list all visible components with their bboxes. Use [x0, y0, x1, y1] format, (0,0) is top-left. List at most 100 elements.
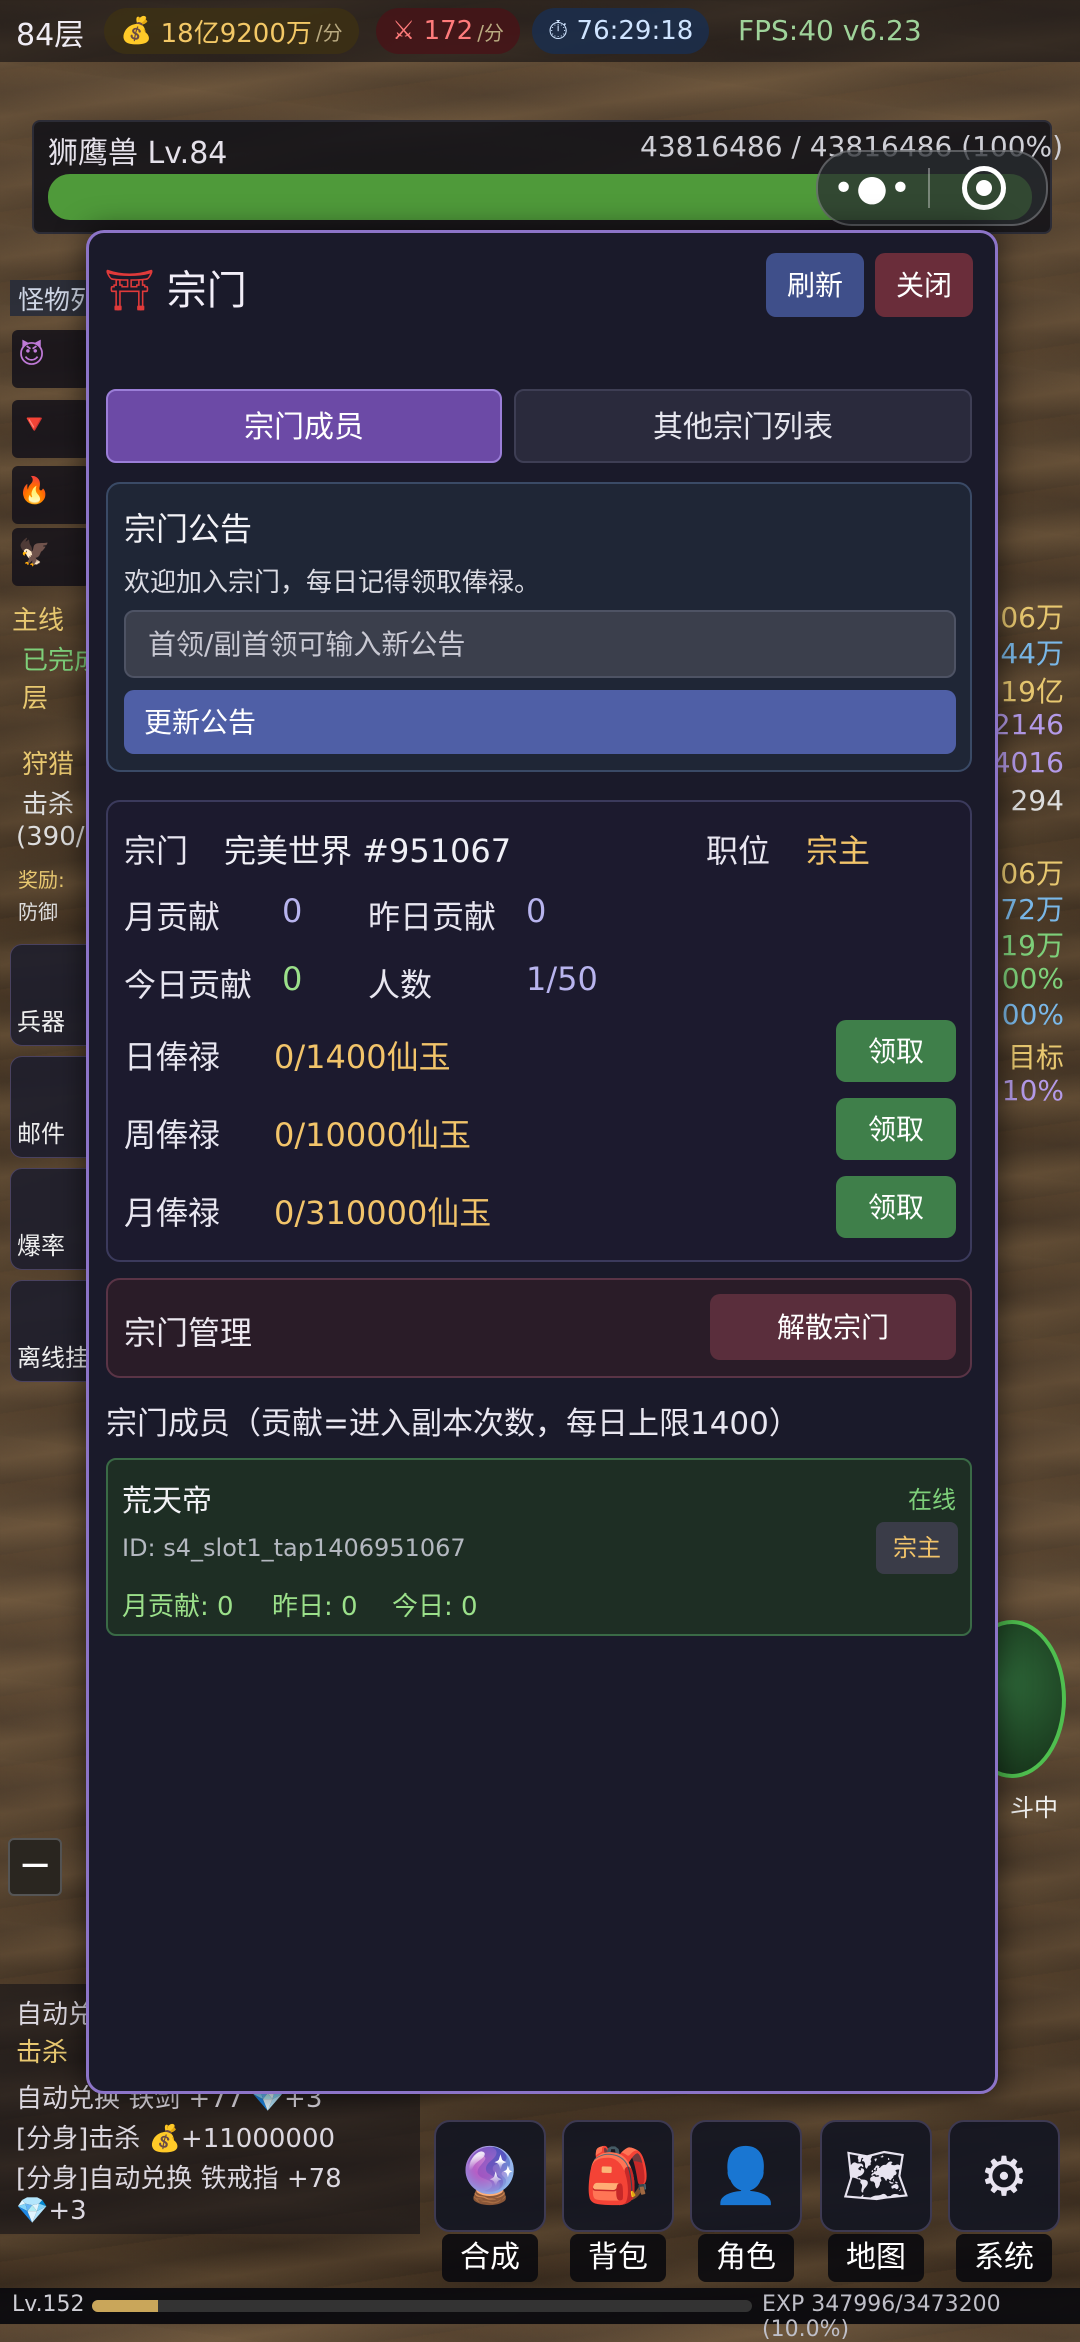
log-line: [分身]自动兑换 铁戒指 +78	[16, 2164, 342, 2194]
daily-salary-label: 日俸禄	[124, 1038, 221, 1076]
quest-label: 主线	[12, 606, 65, 636]
backpack-icon: 🎒	[584, 2144, 652, 2207]
map-button[interactable]: 🗺	[820, 2120, 932, 2232]
sect-label: 宗门	[124, 832, 189, 870]
weekly-salary-value: 0/10000仙玉	[274, 1116, 471, 1154]
exp-track	[92, 2300, 752, 2312]
backpack-button[interactable]: 🎒	[562, 2120, 674, 2232]
online-status: 在线	[908, 1486, 956, 1514]
weapon-label: 兵器	[17, 1008, 65, 1036]
gold-rate-badge: 💰 18亿9200万 /分	[104, 8, 359, 54]
monster-slot[interactable]: 🔥	[12, 466, 90, 524]
log-line: 击杀	[16, 2038, 69, 2068]
modal-title: ⛩ 宗门	[104, 258, 247, 316]
claim-weekly-button[interactable]: 领取	[836, 1098, 956, 1160]
hunt-kill: 击杀	[22, 790, 75, 820]
monthly-salary-value: 0/310000仙玉	[274, 1194, 492, 1232]
miniprogram-capsule: •●•	[816, 150, 1048, 226]
stat-value: 06万	[1000, 601, 1064, 634]
claim-monthly-button[interactable]: 领取	[836, 1176, 956, 1238]
monster-slot[interactable]: 😈	[12, 330, 90, 388]
disband-sect-button[interactable]: 解散宗门	[710, 1294, 956, 1360]
fighting-status: 斗中	[1010, 1794, 1058, 1822]
capsule-divider	[928, 168, 930, 208]
monster-slot[interactable]: 🔻	[12, 400, 90, 458]
stat-value: 294	[1010, 784, 1064, 817]
notice-heading: 宗门公告	[124, 510, 253, 548]
log-line: [分身]击杀 💰+11000000	[16, 2124, 336, 2154]
timer-value: 76:29:18	[576, 16, 694, 46]
system-button[interactable]: ⚙	[948, 2120, 1060, 2232]
stat-value: 06万	[1000, 857, 1064, 890]
kill-rate-value: 172	[423, 16, 474, 46]
yesterday-contribution-label: 昨日贡献	[368, 898, 497, 936]
fps-version: FPS:40 v6.23	[738, 14, 922, 47]
member-id: ID: s4_slot1_tap1406951067	[122, 1534, 466, 1562]
close-target-icon[interactable]	[962, 166, 1006, 210]
devil-icon: 😈	[18, 340, 46, 370]
tab-sect-members[interactable]: 宗门成员	[106, 389, 502, 463]
refresh-button[interactable]: 刷新	[766, 253, 864, 317]
stat-value: 19亿	[1000, 675, 1064, 708]
stat-value: 00%	[1001, 998, 1064, 1031]
synthesis-button[interactable]: 🔮	[434, 2120, 546, 2232]
stat-value: 2146	[992, 708, 1064, 741]
map-label[interactable]: 地图	[828, 2234, 924, 2282]
hunt-reward: 奖励:	[18, 868, 65, 892]
crossed-swords-icon: ⚔	[392, 16, 424, 46]
stat-value: 00%	[1001, 962, 1064, 995]
hunt-progress: (390/	[16, 822, 85, 852]
monthly-salary-label: 月俸禄	[124, 1194, 221, 1232]
manage-heading: 宗门管理	[124, 1314, 253, 1352]
member-yesterday-contribution: 昨日: 0	[272, 1592, 358, 1622]
update-notice-button[interactable]: 更新公告	[124, 690, 956, 754]
zoom-out-button[interactable]: −	[8, 1838, 62, 1896]
quest-floor: 层	[22, 684, 49, 714]
month-contribution-label: 月贡献	[124, 898, 221, 936]
backpack-label[interactable]: 背包	[570, 2234, 666, 2282]
player-level: Lv.152	[12, 2292, 85, 2317]
weapon-button[interactable]: 兵器	[10, 944, 98, 1046]
boss-name: 狮鹰兽 Lv.84	[48, 136, 228, 171]
hunt-defense: 防御	[18, 900, 58, 924]
character-button[interactable]: 👤	[690, 2120, 802, 2232]
drop-rate-label: 爆率	[17, 1232, 65, 1260]
month-contribution-value: 0	[282, 892, 303, 930]
member-count-value: 1/50	[526, 960, 598, 998]
more-dots-icon[interactable]: •●•	[818, 168, 928, 209]
map-icon: 🗺	[841, 2144, 911, 2207]
tab-other-sects[interactable]: 其他宗门列表	[514, 389, 972, 463]
position-value: 宗主	[806, 832, 871, 870]
member-name: 荒天帝	[122, 1484, 212, 1519]
stat-value: 72万	[1000, 893, 1064, 926]
sect-name: 完美世界 #951067	[224, 832, 512, 870]
offline-button[interactable]: 离线挂	[10, 1280, 98, 1382]
synthesis-label[interactable]: 合成	[442, 2234, 538, 2282]
notice-input[interactable]	[124, 610, 956, 678]
gem-icon: 🔻	[18, 410, 51, 440]
drop-rate-button[interactable]: 爆率	[10, 1168, 98, 1270]
modal-title-text: 宗门	[166, 268, 247, 314]
timer-badge: ⏱ 76:29:18	[532, 8, 710, 54]
floor-indicator: 84层	[16, 18, 85, 53]
member-today-contribution: 今日: 0	[392, 1592, 478, 1622]
stat-value: 4016	[992, 746, 1064, 779]
members-heading: 宗门成员（贡献=进入副本次数，每日上限1400）	[106, 1406, 800, 1442]
close-button[interactable]: 关闭	[875, 253, 973, 317]
member-count-label: 人数	[368, 966, 433, 1004]
daily-salary-value: 0/1400仙玉	[274, 1038, 451, 1076]
stat-value: 目标	[1007, 1041, 1064, 1074]
eagle-icon: 🦅	[18, 538, 51, 568]
weekly-salary-label: 周俸禄	[124, 1116, 221, 1154]
gold-rate-value: 18亿9200万	[160, 18, 312, 49]
claim-daily-button[interactable]: 领取	[836, 1020, 956, 1082]
exp-fill	[92, 2300, 158, 2312]
character-label[interactable]: 角色	[698, 2234, 794, 2282]
monster-slot[interactable]: 🦅	[12, 528, 90, 586]
system-label[interactable]: 系统	[956, 2234, 1052, 2282]
torii-gate-icon: ⛩	[104, 268, 155, 314]
member-role-badge: 宗主	[876, 1522, 958, 1574]
mail-button[interactable]: 邮件	[10, 1056, 98, 1158]
hunt-label: 狩猎	[22, 750, 75, 780]
crystal-ball-icon: 🔮	[456, 2144, 524, 2207]
